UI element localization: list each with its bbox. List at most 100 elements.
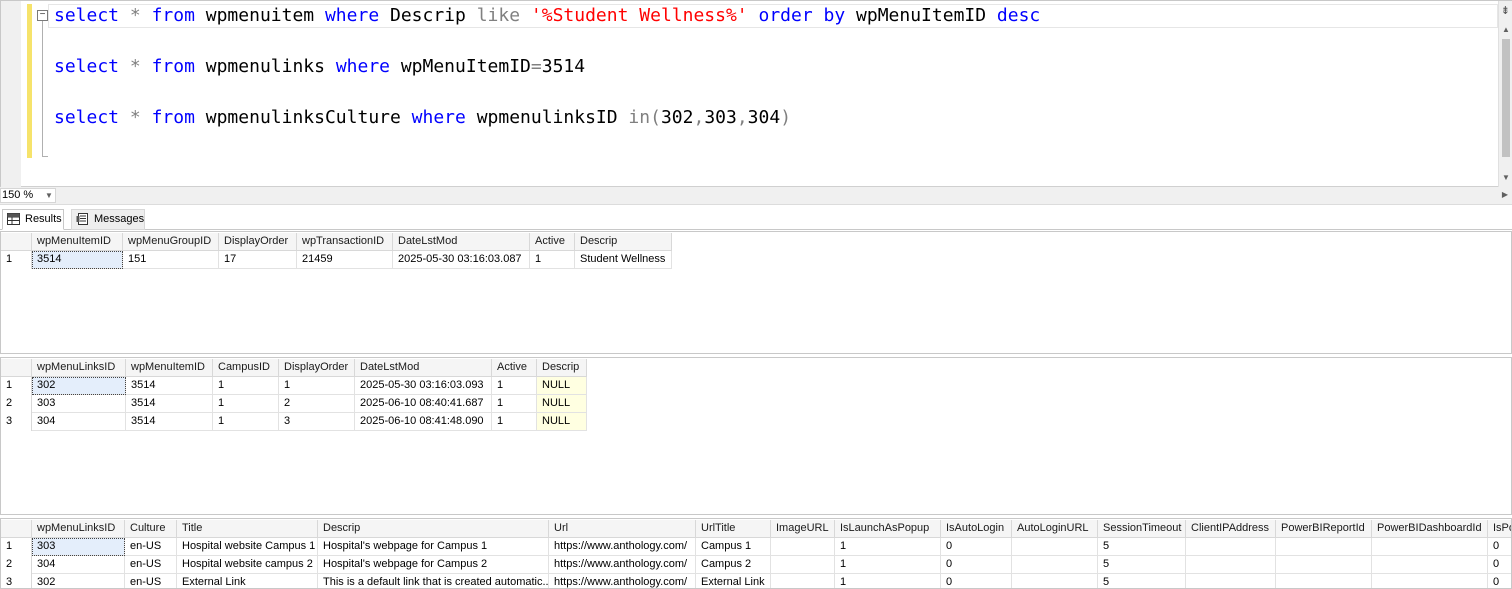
- table-cell[interactable]: Hospital website Campus 1: [177, 538, 318, 556]
- table-cell[interactable]: 3514: [126, 377, 213, 395]
- table-cell[interactable]: 302: [32, 574, 125, 588]
- table-cell[interactable]: External Link: [696, 574, 771, 588]
- table-cell[interactable]: 0: [1488, 574, 1511, 588]
- column-header[interactable]: Descrip: [575, 233, 672, 251]
- column-header[interactable]: wpTransactionID: [297, 233, 393, 251]
- column-header[interactable]: wpMenuGroupID: [123, 233, 219, 251]
- table-cell[interactable]: 0: [941, 538, 1012, 556]
- column-header[interactable]: wpMenuLinksID: [32, 520, 125, 538]
- split-window-icon[interactable]: ⇟: [1501, 4, 1510, 17]
- table-cell[interactable]: This is a default link that is created a…: [318, 574, 549, 588]
- table-cell[interactable]: 1: [835, 574, 941, 588]
- table-cell[interactable]: 0: [941, 556, 1012, 574]
- table-cell[interactable]: 1: [835, 538, 941, 556]
- grid-corner[interactable]: [1, 233, 32, 251]
- table-cell[interactable]: [1186, 574, 1276, 588]
- column-header[interactable]: Active: [492, 359, 537, 377]
- table-cell[interactable]: [1372, 556, 1488, 574]
- table-cell[interactable]: 21459: [297, 251, 393, 269]
- table-cell[interactable]: [1012, 538, 1098, 556]
- column-header[interactable]: DateLstMod: [393, 233, 530, 251]
- table-cell[interactable]: 3514: [126, 395, 213, 413]
- table-cell[interactable]: [1276, 574, 1372, 588]
- column-header[interactable]: AutoLoginURL: [1012, 520, 1098, 538]
- table-cell[interactable]: 1: [492, 377, 537, 395]
- scroll-up-icon[interactable]: ▲: [1502, 25, 1510, 34]
- table-cell[interactable]: 2025-06-10 08:40:41.687: [355, 395, 492, 413]
- tab-messages[interactable]: Messages: [71, 209, 145, 230]
- grid-corner[interactable]: [1, 359, 32, 377]
- column-header[interactable]: Culture: [125, 520, 177, 538]
- table-cell[interactable]: https://www.anthology.com/: [549, 556, 696, 574]
- table-cell[interactable]: 0: [941, 574, 1012, 588]
- table-cell[interactable]: 3: [279, 413, 355, 431]
- editor-vertical-scrollbar[interactable]: ⇟ ▲ ▼: [1498, 1, 1512, 188]
- column-header[interactable]: IsLaunchAsPopup: [835, 520, 941, 538]
- table-cell[interactable]: 2025-05-30 03:16:03.093: [355, 377, 492, 395]
- table-cell[interactable]: en-US: [125, 574, 177, 588]
- table-cell[interactable]: [1186, 556, 1276, 574]
- table-cell[interactable]: [1372, 574, 1488, 588]
- scroll-right-icon[interactable]: ▶: [1502, 190, 1508, 199]
- table-cell[interactable]: [1276, 538, 1372, 556]
- table-cell[interactable]: 0: [1488, 538, 1511, 556]
- table-cell[interactable]: 1: [492, 413, 537, 431]
- row-number[interactable]: 2: [1, 395, 32, 413]
- table-cell[interactable]: Hospital's webpage for Campus 1: [318, 538, 549, 556]
- table-cell[interactable]: 5: [1098, 556, 1186, 574]
- row-number[interactable]: 2: [1, 556, 32, 574]
- result-grid-3[interactable]: wpMenuLinksID Culture Title Descrip Url UrlTi…: [0, 518, 1512, 589]
- row-number[interactable]: 1: [1, 538, 32, 556]
- table-cell[interactable]: [1012, 556, 1098, 574]
- table-cell[interactable]: Student Wellness: [575, 251, 672, 269]
- table-cell[interactable]: NULL: [537, 395, 587, 413]
- column-header[interactable]: Descrip: [537, 359, 587, 377]
- table-cell[interactable]: 1: [213, 377, 279, 395]
- table-cell[interactable]: Campus 2: [696, 556, 771, 574]
- table-cell[interactable]: [771, 556, 835, 574]
- table-cell[interactable]: 1: [213, 395, 279, 413]
- table-cell[interactable]: 2025-05-30 03:16:03.087: [393, 251, 530, 269]
- table-cell[interactable]: 1: [835, 556, 941, 574]
- table-cell[interactable]: 303: [32, 538, 125, 556]
- column-header[interactable]: UrlTitle: [696, 520, 771, 538]
- table-cell[interactable]: 1: [530, 251, 575, 269]
- table-cell[interactable]: [771, 538, 835, 556]
- table-cell[interactable]: 17: [219, 251, 297, 269]
- code-line-2[interactable]: select * from wpmenulinks where wpMenuIt…: [54, 56, 585, 77]
- column-header[interactable]: wpMenuLinksID: [32, 359, 126, 377]
- code-line-1[interactable]: select * from wpmenuitem where Descrip l…: [54, 5, 1040, 26]
- table-cell[interactable]: 302: [32, 377, 126, 395]
- column-header[interactable]: Title: [177, 520, 318, 538]
- column-header[interactable]: Descrip: [318, 520, 549, 538]
- table-cell[interactable]: 304: [32, 556, 125, 574]
- table-cell[interactable]: External Link: [177, 574, 318, 588]
- table-cell[interactable]: 3514: [32, 251, 123, 269]
- table-cell[interactable]: 0: [1488, 556, 1511, 574]
- result-grid-2[interactable]: wpMenuLinksID wpMenuItemID CampusID Display…: [0, 357, 1512, 515]
- column-header[interactable]: DateLstMod: [355, 359, 492, 377]
- query-editor[interactable]: − select * from wpmenuitem where Descrip…: [0, 0, 1512, 188]
- table-cell[interactable]: 304: [32, 413, 126, 431]
- table-cell[interactable]: en-US: [125, 538, 177, 556]
- column-header[interactable]: IsAutoLogin: [941, 520, 1012, 538]
- column-header[interactable]: PowerBIDashboardId: [1372, 520, 1488, 538]
- table-cell[interactable]: en-US: [125, 556, 177, 574]
- table-cell[interactable]: Campus 1: [696, 538, 771, 556]
- table-cell[interactable]: [1012, 574, 1098, 588]
- table-cell[interactable]: 1: [279, 377, 355, 395]
- table-cell[interactable]: [1276, 556, 1372, 574]
- result-grid-1[interactable]: wpMenuItemID wpMenuGroupID DisplayOrder wpT…: [0, 231, 1512, 354]
- column-header[interactable]: DisplayOrder: [279, 359, 355, 377]
- column-header[interactable]: Active: [530, 233, 575, 251]
- table-cell[interactable]: 151: [123, 251, 219, 269]
- column-header[interactable]: ImageURL: [771, 520, 835, 538]
- column-header[interactable]: ClientIPAddress: [1186, 520, 1276, 538]
- column-header[interactable]: PowerBIReportId: [1276, 520, 1372, 538]
- row-number[interactable]: 1: [1, 251, 32, 269]
- table-cell[interactable]: 5: [1098, 538, 1186, 556]
- table-cell[interactable]: 2025-06-10 08:41:48.090: [355, 413, 492, 431]
- table-cell[interactable]: NULL: [537, 413, 587, 431]
- table-cell[interactable]: NULL: [537, 377, 587, 395]
- grid-corner[interactable]: [1, 520, 32, 538]
